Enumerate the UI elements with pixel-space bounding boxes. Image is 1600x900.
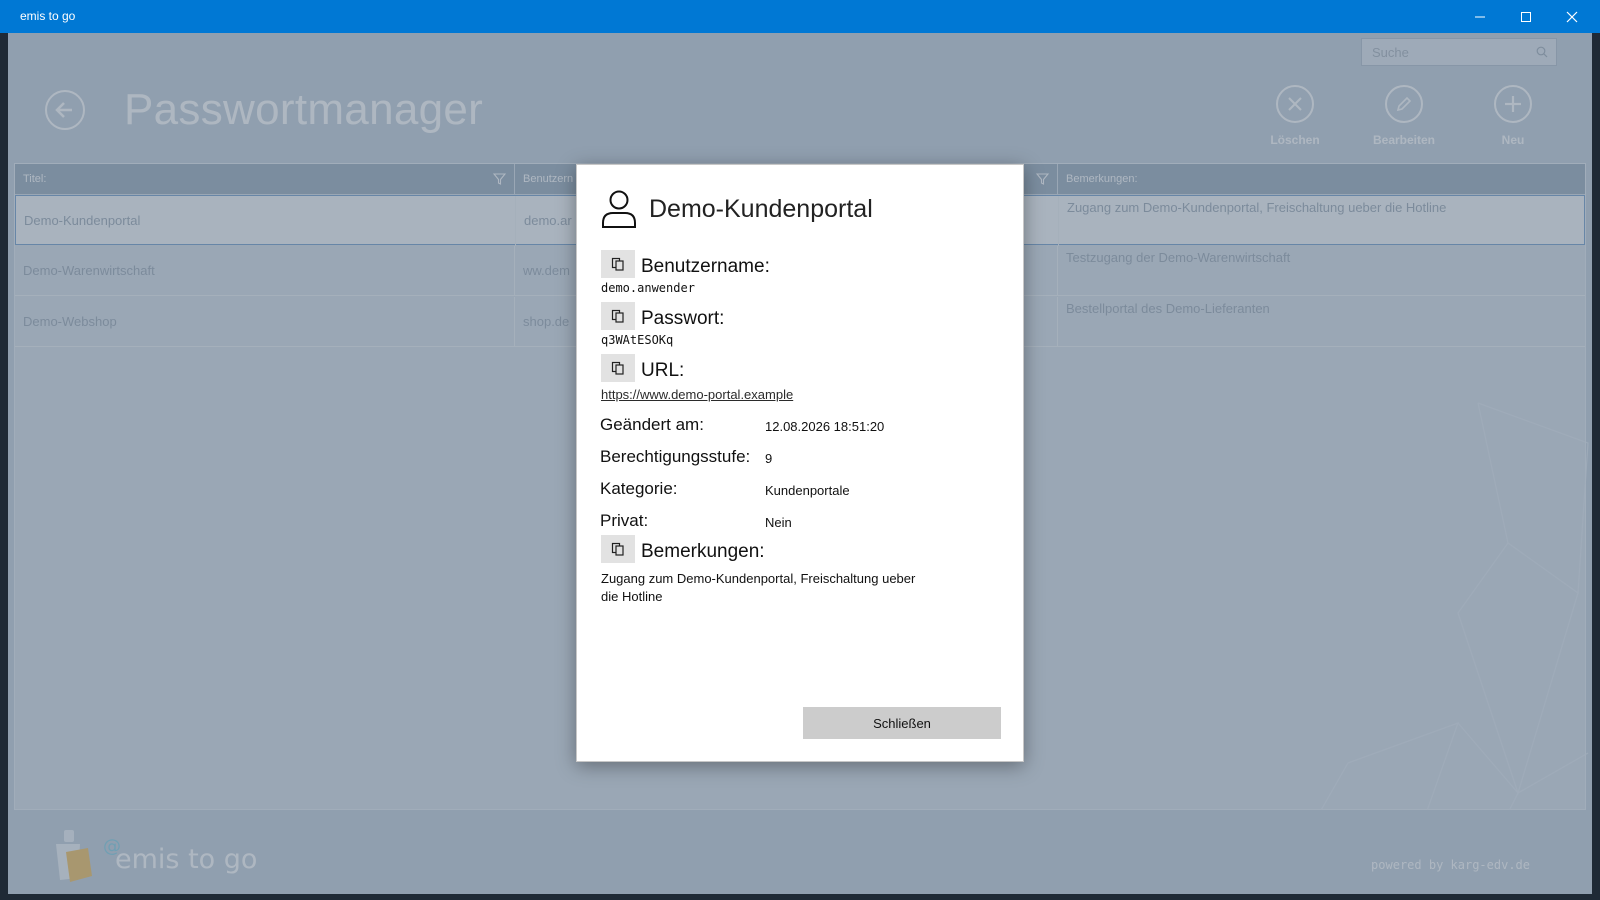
copy-icon — [611, 257, 624, 271]
permission-level-value: 9 — [765, 451, 773, 466]
maximize-icon — [1521, 11, 1531, 22]
minimize-button[interactable] — [1457, 0, 1503, 33]
close-dialog-button[interactable]: Schließen — [803, 707, 1001, 739]
notes-value: Zugang zum Demo-Kundenportal, Freischalt… — [601, 571, 916, 604]
changed-label: Geändert am: — [600, 415, 704, 434]
copy-url-button[interactable] — [601, 354, 635, 382]
private-label: Privat: — [600, 511, 649, 530]
password-label: Passwort: — [641, 308, 725, 329]
username-label: Benutzername: — [641, 256, 770, 277]
copy-username-button[interactable] — [601, 250, 635, 278]
category-label: Kategorie: — [600, 479, 678, 498]
copy-notes-button[interactable] — [601, 535, 635, 563]
maximize-button[interactable] — [1503, 0, 1549, 33]
close-window-button[interactable] — [1549, 0, 1595, 33]
app-window: emis to go Passwortmanager Suche Löschen… — [0, 0, 1600, 900]
url-link[interactable]: https://www.demo-portal.example — [601, 387, 793, 402]
minimize-icon — [1475, 16, 1485, 17]
permission-level-label: Berechtigungsstufe: — [600, 447, 751, 466]
category-value: Kundenportale — [765, 483, 850, 498]
copy-icon — [611, 309, 624, 323]
notes-label: Bemerkungen: — [641, 541, 765, 562]
user-icon — [602, 190, 636, 228]
title-bar: emis to go — [0, 0, 1600, 33]
window-title: emis to go — [20, 9, 76, 23]
password-detail-dialog: Demo-Kundenportal Benutzername: demo.anw… — [576, 164, 1024, 762]
url-label: URL: — [641, 360, 685, 381]
copy-icon — [611, 361, 624, 375]
password-value: q3WAtESOKq — [601, 333, 674, 347]
private-value: Nein — [765, 515, 792, 530]
copy-password-button[interactable] — [601, 302, 635, 330]
dialog-title: Demo-Kundenportal — [649, 195, 873, 223]
username-value: demo.anwender — [601, 281, 695, 295]
copy-icon — [611, 542, 624, 556]
close-icon — [1566, 11, 1578, 22]
changed-value: 12.08.2026 18:51:20 — [765, 419, 885, 434]
